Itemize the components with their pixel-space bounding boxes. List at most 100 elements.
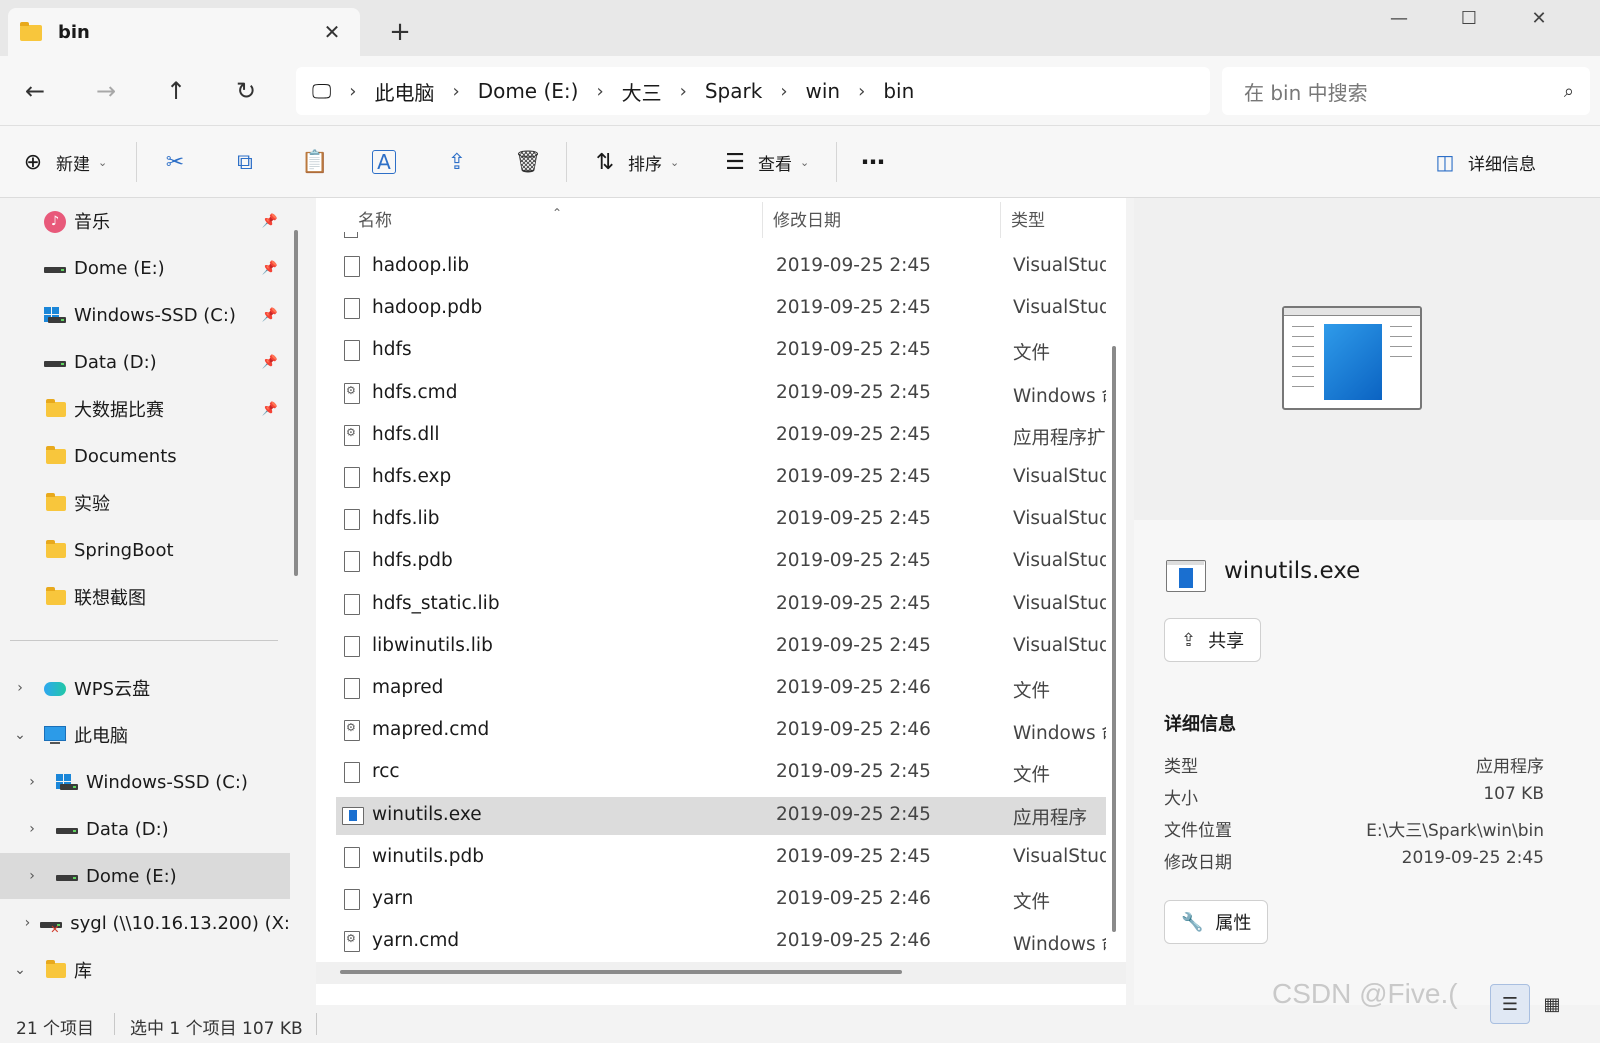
column-divider[interactable] [1000,202,1001,238]
minimize-button[interactable]: — [1364,0,1434,36]
file-row[interactable]: mapred.cmd 2019-09-25 2:46 Windows 命 [336,712,1106,750]
file-row[interactable]: hdfs 2019-09-25 2:45 文件 [336,332,1106,370]
up-button[interactable]: ↑ [156,71,196,111]
breadcrumb-segment[interactable]: win [806,79,841,103]
chevron-right-icon[interactable]: › [596,81,603,102]
nav-item-music[interactable]: ♪ 音乐 📌 [0,198,290,244]
search-input[interactable]: 在 bin 中搜索 ⌕ [1222,67,1590,115]
nav-item-bigdata[interactable]: 大数据比赛 📌 [0,386,290,432]
file-row[interactable]: libwinutils.lib 2019-09-25 2:45 VisualStud… [336,628,1106,666]
chevron-right-icon[interactable]: › [858,81,865,102]
sort-button[interactable]: ⇅ 排序 ⌄ [590,142,679,182]
tab-bin[interactable]: bin ✕ [8,8,360,56]
file-row[interactable]: rcc 2019-09-25 2:45 文件 [336,754,1106,792]
nav-item-lenovo-screenshots[interactable]: 联想截图 [0,574,290,620]
nav-item-windows-ssd[interactable]: Windows-SSD (C:) 📌 [0,292,290,338]
nav-scrollbar[interactable] [294,230,298,576]
pin-icon[interactable]: 📌 [262,308,278,323]
file-row[interactable]: hdfs.lib 2019-09-25 2:45 VisualStudi [336,501,1106,539]
nav-item-springboot[interactable]: SpringBoot [0,527,290,573]
pin-icon[interactable]: 📌 [262,355,278,370]
file-row[interactable]: winutils.pdb 2019-09-25 2:45 VisualStudi [336,839,1106,877]
view-button[interactable]: ☰ 查看 ⌄ [720,142,809,182]
chevron-right-icon[interactable]: › [780,81,787,102]
back-button[interactable]: ← [15,71,55,111]
rename-button[interactable]: A [372,142,396,182]
file-row[interactable]: winutils.exe 2019-09-25 2:45 应用程序 [336,796,1106,835]
vertical-scrollbar[interactable] [1112,346,1116,932]
nav-item-data-d[interactable]: Data (D:) 📌 [0,339,290,385]
nav-item-this-pc[interactable]: ⌄ 此电脑 [0,712,290,758]
details-view-button[interactable]: ☰ [1490,984,1530,1024]
file-row[interactable]: mapred 2019-09-25 2:46 文件 [336,670,1106,708]
computer-icon[interactable]: 🖵 [312,79,331,103]
chevron-right-icon[interactable]: › [22,868,42,884]
file-row[interactable]: hdfs_static.lib 2019-09-25 2:45 VisualStud… [336,586,1106,624]
chevron-right-icon[interactable]: › [680,81,687,102]
file-row[interactable]: yarn.cmd 2019-09-25 2:46 Windows 命 [336,923,1106,961]
nav-item-documents[interactable]: Documents [0,433,290,479]
file-row[interactable]: hdfs.cmd 2019-09-25 2:45 Windows 命 [336,375,1106,413]
nav-label: 此电脑 [74,726,128,747]
nav-item-data-d-tree[interactable]: › Data (D:) [0,806,290,852]
chevron-right-icon[interactable]: › [452,81,459,102]
new-button[interactable]: ⊕ 新建 ⌄ [18,142,107,182]
copy-button[interactable]: ⧉ [230,142,260,182]
nav-label: 库 [74,961,92,982]
search-icon[interactable]: ⌕ [1564,81,1574,102]
close-tab-icon[interactable]: ✕ [316,16,348,48]
breadcrumb-segment[interactable]: 大三 [622,77,662,106]
nav-item-dome-e-tree[interactable]: › Dome (E:) [0,853,290,899]
chevron-right-icon[interactable]: › [10,680,30,696]
delete-button[interactable]: 🗑 [513,142,543,182]
cut-button[interactable]: ✂ [160,142,190,182]
new-tab-button[interactable]: + [380,14,420,50]
horizontal-scrollbar[interactable] [340,970,902,974]
file-row[interactable]: hadoop.lib 2019-09-25 2:45 VisualStudi [336,248,1106,286]
pin-icon[interactable]: 📌 [262,261,278,276]
details-pane-button[interactable]: ◫ 详细信息 [1430,142,1536,182]
share-button[interactable]: ⇪ [442,142,472,182]
nav-item-network-drive[interactable]: › ✕ sygl (\\10.16.13.200) (X: [0,900,290,946]
forward-button[interactable]: → [86,71,126,111]
properties-button[interactable]: 🔧 属性 [1164,900,1269,944]
refresh-button[interactable]: ↻ [226,71,266,111]
more-options-button[interactable]: ⋯ [858,142,888,182]
details-filename: winutils.exe [1224,558,1361,584]
close-window-button[interactable]: ✕ [1504,0,1574,36]
tiles-view-button[interactable]: ▦ [1540,984,1564,1024]
chevron-down-icon[interactable]: ⌄ [10,727,30,743]
breadcrumb-segment[interactable]: Dome (E:) [478,79,579,103]
file-type: Windows 命 [1013,934,1106,956]
nav-item-experiment[interactable]: 实验 [0,480,290,526]
column-name[interactable]: 名称 [358,206,392,231]
chevron-right-icon[interactable]: › [22,821,42,837]
paste-button[interactable]: 📋 [300,142,330,182]
breadcrumb[interactable]: 🖵 › 此电脑 › Dome (E:) › 大三 › Spark › win ›… [296,67,1210,115]
file-type: Windows 命 [1013,723,1106,745]
file-row[interactable]: hdfs.pdb 2019-09-25 2:45 VisualStudi [336,543,1106,581]
nav-item-libraries[interactable]: ⌄ 库 [0,947,290,993]
file-row[interactable]: hadoop.pdb 2019-09-25 2:45 VisualStudi [336,290,1106,328]
pin-icon[interactable]: 📌 [262,402,278,417]
file-row[interactable]: yarn 2019-09-25 2:46 文件 [336,881,1106,919]
pin-icon[interactable]: 📌 [262,214,278,229]
chevron-right-icon[interactable]: › [22,774,42,790]
nav-item-windows-ssd-tree[interactable]: › Windows-SSD (C:) [0,759,290,805]
breadcrumb-segment[interactable]: Spark [705,79,762,103]
file-row[interactable]: hdfs.exp 2019-09-25 2:45 VisualStudi [336,459,1106,497]
chevron-right-icon[interactable]: › [22,915,33,931]
breadcrumb-segment[interactable]: 此电脑 [374,77,434,106]
file-row[interactable]: hdfs.dll 2019-09-25 2:45 应用程序扩展 [336,417,1106,455]
column-divider[interactable] [762,202,763,238]
nav-item-wps-cloud[interactable]: › WPS云盘 [0,665,290,711]
chevron-right-icon[interactable]: › [349,81,356,102]
details-pane-icon: ◫ [1435,150,1455,174]
nav-item-dome-e[interactable]: Dome (E:) 📌 [0,245,290,291]
maximize-button[interactable]: ☐ [1434,0,1504,36]
column-type[interactable]: 类型 [1011,206,1045,231]
chevron-down-icon[interactable]: ⌄ [10,962,30,978]
share-button[interactable]: ⇪ 共享 [1164,618,1262,662]
column-modified[interactable]: 修改日期 [773,206,841,231]
breadcrumb-segment[interactable]: bin [883,79,914,103]
